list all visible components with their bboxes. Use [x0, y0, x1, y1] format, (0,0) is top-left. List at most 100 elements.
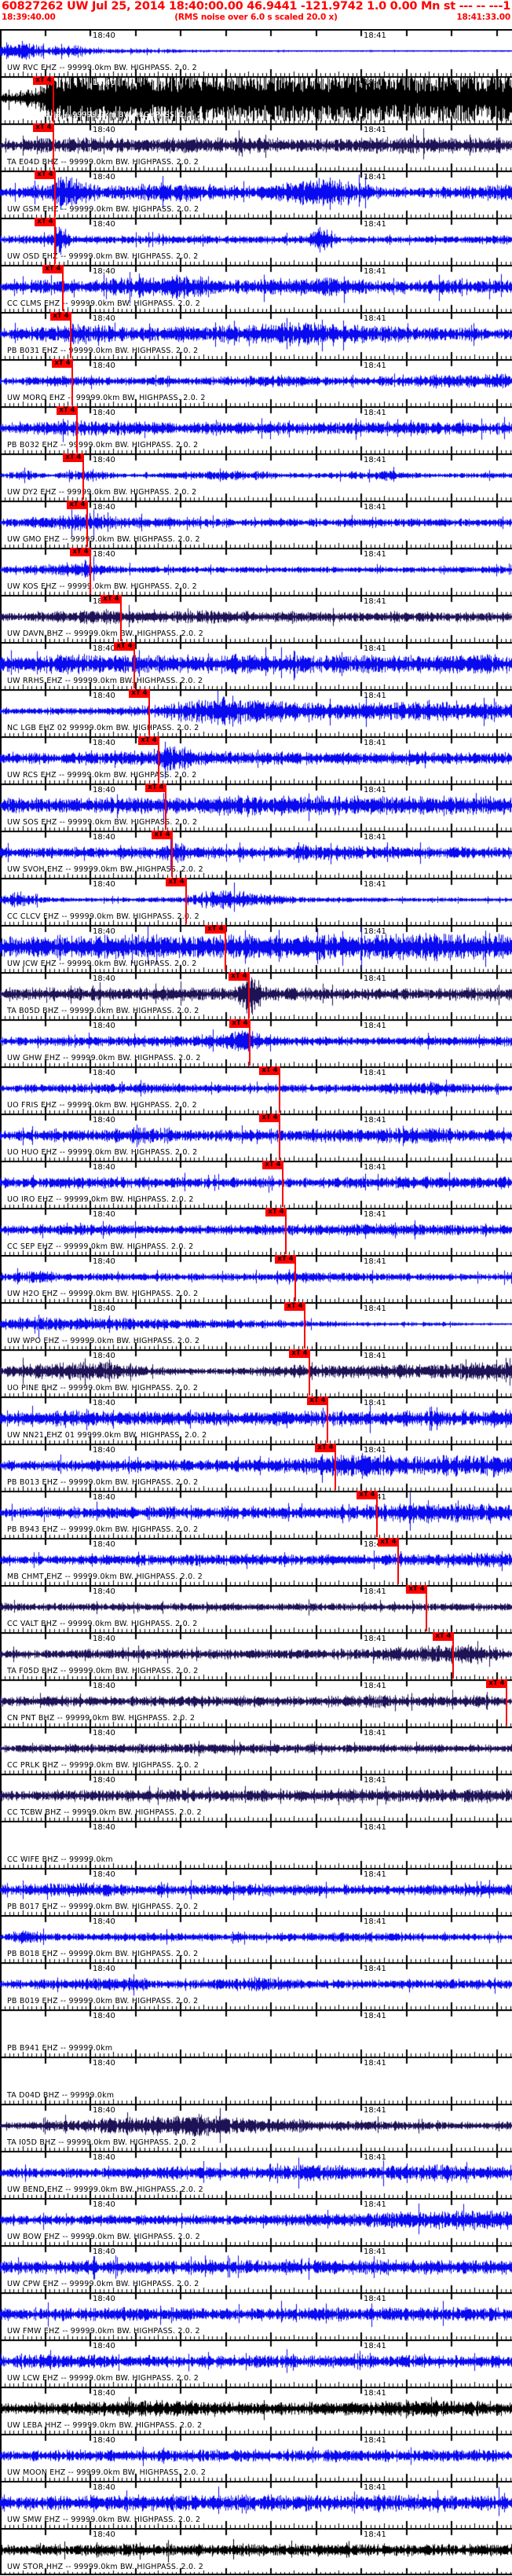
trace-row-UW-DAVN-BHZ[interactable]: 18:40 18:41 UW DAVN BHZ -- 99999.0km BW. H… [0, 595, 512, 642]
trace-row-TA-E04D-BHZ[interactable]: 18:40 18:41 TA E04D BHZ -- 99999.0km BW. H… [0, 123, 512, 171]
time-tick-label-left: 18:40 [93, 456, 115, 464]
trace-row-UW-STOR-HHZ[interactable]: 18:40 18:41 UW STOR HHZ -- 99999.0km BW. H… [0, 2528, 512, 2575]
trace-row-CC-VALT-BHZ[interactable]: 18:40 18:41 CC VALT BHZ -- 99999.0km BW. H… [0, 1585, 512, 1632]
time-tick-label-right: 18:41 [364, 597, 386, 606]
time-tick-label-left: 18:40 [93, 550, 115, 559]
trace-row-PB-B941-EHZ[interactable]: 18:40 18:41 PB B941 EHZ -- 99999.0km [0, 2009, 512, 2057]
trace-row-PB-B013-EHZ[interactable]: 18:40 18:41 PB B013 EHZ -- 99999.0km BW. H… [0, 1444, 512, 1491]
channel-label: PB B013 EHZ -- 99999.0km BW. HIGHPASS. 2… [7, 1478, 199, 1487]
trace-row-UO-HUO-EHZ[interactable]: 18:40 18:41 UO HUO EHZ -- 99999.0km BW. HI… [0, 1114, 512, 1161]
trace-row-CC-CLMS-EHZ[interactable]: 18:40 18:41 CC CLMS EHZ -- 99999.0km BW. H… [0, 265, 512, 312]
time-tick-label-left: 18:40 [93, 1257, 115, 1266]
trace-row-UW-OSD-EHZ[interactable]: 18:40 18:41 UW OSD EHZ -- 99999.0km BW. HI… [0, 218, 512, 265]
trace-row-CC-TCBW-BHZ[interactable]: 18:40 18:41 CC TCBW BHZ -- 99999.0km BW. H… [0, 1774, 512, 1821]
channel-label: UW DY2 EHZ -- 99999.0km BW. HIGHPASS. 2.… [7, 488, 197, 497]
channel-label: UW CPW EHZ -- 99999.0km BW. HIGHPASS. 2.… [7, 2280, 199, 2288]
trace-row-UO-IRO-EHZ[interactable]: 18:40 18:41 UO IRO EHZ -- 99999.0km BW. HI… [0, 1161, 512, 1208]
trace-row-UW-CPW-EHZ[interactable]: 18:40 18:41 UW CPW EHZ -- 99999.0km BW. HI… [0, 2245, 512, 2292]
channel-label: TA I05D BHZ -- 99999.0km BW. HIGHPASS. 2… [7, 2138, 196, 2147]
trace-row-UW-BEND-EHZ[interactable]: 18:40 18:41 UW BEND EHZ -- 99999.0km BW. H… [0, 2151, 512, 2198]
trace-row-UW-KOS-EHZ[interactable]: 18:40 18:41 UW KOS EHZ -- 99999.0km BW. HI… [0, 548, 512, 595]
event-summary-flag: -1 [498, 0, 510, 13]
trace-row-CC-CLCV-EHZ[interactable]: 18:40 18:41 CC CLCV EHZ -- 99999.0km BW. H… [0, 878, 512, 925]
trace-row-UW-JCW-EHZ[interactable]: 18:40 18:41 UW JCW EHZ -- 99999.0km BW. HI… [0, 925, 512, 972]
time-tick-label-right: 18:41 [364, 2436, 386, 2445]
channel-label: PB B032 EHZ -- 99999.0km BW. HIGHPASS. 2… [7, 441, 199, 450]
trace-row-MB-CHMT-EHZ[interactable]: 18:40 18:41 MB CHMT EHZ -- 99999.0km BW. H… [0, 1538, 512, 1585]
channel-label: UO PINE BHZ -- 99999.0km BW. HIGHPASS. 2… [7, 1384, 199, 1393]
time-tick-label-left: 18:40 [93, 644, 115, 653]
trace-row-PB-B017-EHZ[interactable]: 18:40 18:41 PB B017 EHZ -- 99999.0km BW. H… [0, 1868, 512, 1915]
trace-row-UO-PINE-BHZ[interactable]: 18:40 18:41 UO PINE BHZ -- 99999.0km BW. H… [0, 1349, 512, 1396]
time-tick-label-right: 18:41 [364, 361, 386, 370]
time-tick-label-left: 18:40 [93, 2389, 115, 2398]
trace-row-TA-F05D-BHZ[interactable]: 18:40 18:41 TA F05D BHZ -- 99999.0km BW. H… [0, 1632, 512, 1679]
trace-row-NC-LGB-EHZ-02[interactable]: 18:40 18:41 NC LGB EHZ 02 99999.0km BW. HI… [0, 689, 512, 736]
trace-row-UW-GMO-EHZ[interactable]: 18:40 18:41 UW GMO EHZ -- 99999.0km BW. HI… [0, 501, 512, 548]
trace-row-UO-FRIS-EHZ[interactable]: 18:40 18:41 UO FRIS EHZ -- 99999.0km BW. H… [0, 1066, 512, 1114]
time-tick-label-left: 18:40 [93, 2483, 115, 2492]
time-tick-label-right: 18:41 [364, 1116, 386, 1125]
time-tick-label-right: 18:41 [364, 2012, 386, 2020]
trace-list: 18:40 18:41 UW RVC EHZ -- 99999.0km BW. HI… [0, 29, 512, 2575]
time-tick-label-left: 18:40 [93, 2295, 115, 2303]
channel-label: PB B031 EHZ -- 99999.0km BW. HIGHPASS. 2… [7, 347, 199, 355]
time-tick-label-right: 18:41 [364, 503, 386, 512]
time-tick-label-left: 18:40 [93, 2153, 115, 2162]
trace-row-UW-H2O-EHZ[interactable]: 18:40 18:41 UW H2O EHZ -- 99999.0km BW. HI… [0, 1255, 512, 1302]
trace-row-NV-NCBC-HHZ[interactable]: 18:40 18:41 NV NCBC HHZ -- 99999.0km BW. H… [0, 76, 512, 123]
trace-row-CC-SEP-EHZ[interactable]: 18:40 18:41 CC SEP EHZ -- 99999.0km BW. HI… [0, 1208, 512, 1255]
channel-label: PB B943 EHZ -- 99999.0km BW. HIGHPASS. 2… [7, 1525, 199, 1534]
time-tick-label-left: 18:40 [93, 409, 115, 417]
time-tick-label-right: 18:41 [364, 2342, 386, 2350]
time-tick-label-right: 18:41 [364, 456, 386, 464]
time-tick-label-left: 18:40 [93, 833, 115, 842]
trace-row-UW-RRHS-EHZ[interactable]: 18:40 18:41 UW RRHS EHZ -- 99999.0km BW. H… [0, 642, 512, 689]
channel-label: UW MORO EHZ -- 99999.0km BW. HIGHPASS. 2… [7, 394, 206, 402]
trace-row-CC-PRLK-BHZ[interactable]: 18:40 18:41 CC PRLK BHZ -- 99999.0km BW. H… [0, 1727, 512, 1774]
trace-row-UW-SOS-EHZ[interactable]: 18:40 18:41 UW SOS EHZ -- 99999.0km BW. HI… [0, 783, 512, 831]
trace-row-UW-FMW-EHZ[interactable]: 18:40 18:41 UW FMW EHZ -- 99999.0km BW. HI… [0, 2292, 512, 2339]
time-tick-label-left: 18:40 [93, 1870, 115, 1879]
time-tick-label-left: 18:40 [93, 1163, 115, 1172]
time-tick-label-left: 18:40 [93, 1587, 115, 1596]
trace-row-TA-D04D-BHZ[interactable]: 18:40 18:41 TA D04D BHZ -- 99999.0km [0, 2057, 512, 2104]
trace-row-UW-GHW-EHZ[interactable]: 18:40 18:41 UW GHW EHZ -- 99999.0km BW. HI… [0, 1019, 512, 1066]
trace-row-UW-NN21-EHZ-01[interactable]: 18:40 18:41 UW NN21 EHZ 01 99999.0km BW. H… [0, 1396, 512, 1444]
trace-row-TA-I05D-BHZ[interactable]: 18:40 18:41 TA I05D BHZ -- 99999.0km BW. H… [0, 2104, 512, 2151]
time-tick-label-left: 18:40 [93, 1210, 115, 1219]
trace-row-PB-B943-EHZ[interactable]: 18:40 18:41 PB B943 EHZ -- 99999.0km BW. H… [0, 1491, 512, 1538]
channel-label: PB B017 EHZ -- 99999.0km BW. HIGHPASS. 2… [7, 1903, 199, 1911]
trace-row-TA-B05D-BHZ[interactable]: 18:40 18:41 TA B05D BHZ -- 99999.0km BW. H… [0, 972, 512, 1019]
trace-row-UW-LEBA-HHZ[interactable]: 18:40 18:41 UW LEBA HHZ -- 99999.0km BW. H… [0, 2387, 512, 2434]
trace-row-UW-RCS-EHZ[interactable]: 18:40 18:41 UW RCS EHZ -- 99999.0km BW. HI… [0, 736, 512, 783]
trace-row-UW-RVC-EHZ[interactable]: 18:40 18:41 UW RVC EHZ -- 99999.0km BW. HI… [0, 29, 512, 76]
trace-row-UW-LCW-EHZ[interactable]: 18:40 18:41 UW LCW EHZ -- 99999.0km BW. HI… [0, 2339, 512, 2387]
trace-row-PB-B018-EHZ[interactable]: 18:40 18:41 PB B018 EHZ -- 99999.0km BW. H… [0, 1915, 512, 1962]
channel-label: CC VALT BHZ -- 99999.0km BW. HIGHPASS. 2… [7, 1620, 198, 1628]
channel-label: UW GHW EHZ -- 99999.0km BW. HIGHPASS. 2.… [7, 1054, 201, 1062]
time-tick-label-right: 18:41 [364, 1682, 386, 1690]
trace-row-CN-PNT-BHZ[interactable]: 18:40 18:41 CN PNT BHZ -- 99999.0km BW. HI… [0, 1679, 512, 1727]
time-tick-label-left: 18:40 [93, 2248, 115, 2256]
trace-row-PB-B019-EHZ[interactable]: 18:40 18:41 PB B019 EHZ -- 99999.0km BW. H… [0, 1962, 512, 2009]
time-tick-label-left: 18:40 [93, 1116, 115, 1125]
trace-row-UW-WPO-EHZ[interactable]: 18:40 18:41 UW WPO EHZ -- 99999.0km BW. HI… [0, 1302, 512, 1349]
time-tick-label-left: 18:40 [93, 1635, 115, 1643]
trace-row-UW-SMW-EHZ[interactable]: 18:40 18:41 UW SMW EHZ -- 99999.0km BW. HI… [0, 2481, 512, 2528]
trace-row-CC-WIFE-BHZ[interactable]: 18:40 18:41 CC WIFE BHZ -- 99999.0km [0, 1821, 512, 1868]
channel-label: CC SEP EHZ -- 99999.0km BW. HIGHPASS. 2.… [7, 1242, 194, 1251]
trace-row-UW-BOW-EHZ[interactable]: 18:40 18:41 UW BOW EHZ -- 99999.0km BW. HI… [0, 2198, 512, 2245]
trace-row-UW-DY2-EHZ[interactable]: 18:40 18:41 UW DY2 EHZ -- 99999.0km BW. HI… [0, 453, 512, 501]
trace-row-UW-SVOH-EHZ[interactable]: 18:40 18:41 UW SVOH EHZ -- 99999.0km BW. H… [0, 831, 512, 878]
trace-row-UW-GSM-EHZ[interactable]: 18:40 18:41 UW GSM EHZ -- 99999.0km BW. HI… [0, 171, 512, 218]
channel-label: PB B018 EHZ -- 99999.0km BW. HIGHPASS. 2… [7, 1950, 199, 1958]
channel-label: UW BEND EHZ -- 99999.0km BW. HIGHPASS. 2… [7, 2185, 203, 2194]
time-tick-label-right: 18:41 [364, 31, 386, 40]
event-header: 60827262 UW Jul 25, 2014 18:40:00.00 46.… [0, 0, 512, 29]
trace-row-PB-B032-EHZ[interactable]: 18:40 18:41 PB B032 EHZ -- 99999.0km BW. H… [0, 406, 512, 453]
trace-row-PB-B031-EHZ[interactable]: 18:40 18:41 PB B031 EHZ -- 99999.0km BW. H… [0, 312, 512, 359]
trace-row-UW-MOON-EHZ[interactable]: 18:40 18:41 UW MOON EHZ -- 99999.0km BW. H… [0, 2434, 512, 2481]
trace-row-UW-MORO-EHZ[interactable]: 18:40 18:41 UW MORO EHZ -- 99999.0km BW. H… [0, 359, 512, 406]
time-tick-label-left: 18:40 [93, 2012, 115, 2020]
